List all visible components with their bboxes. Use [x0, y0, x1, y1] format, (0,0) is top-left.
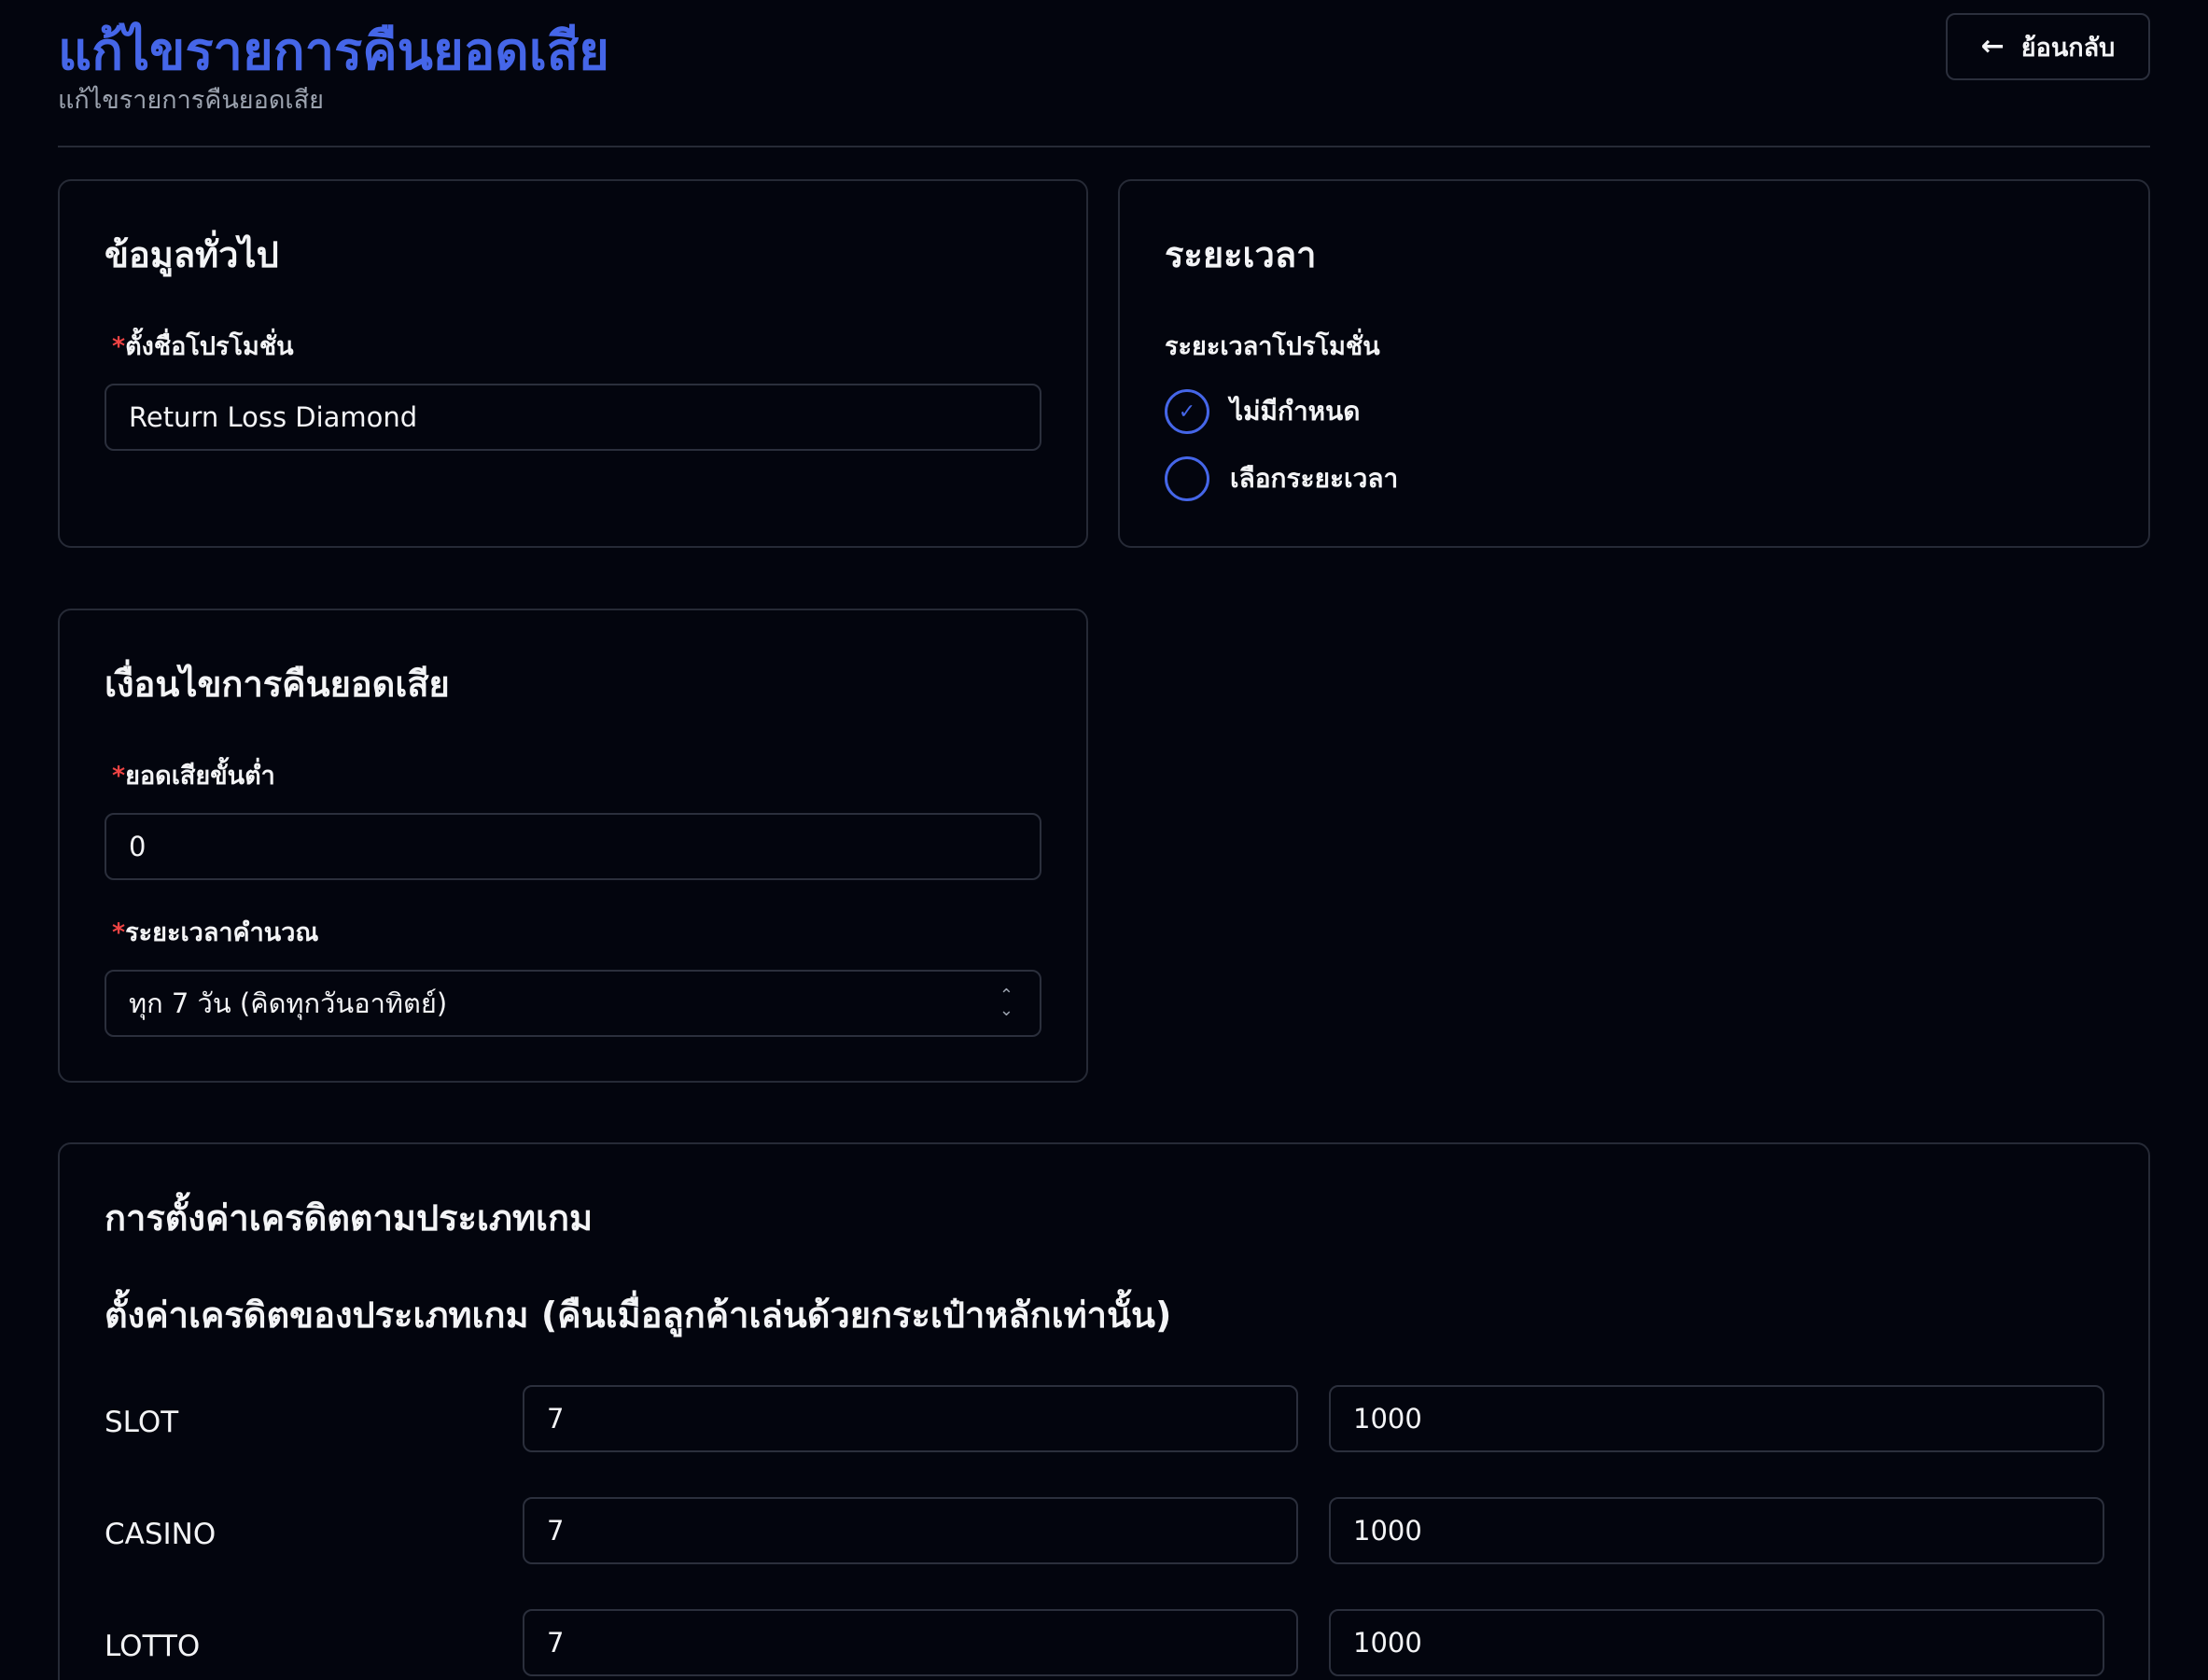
- min-loss-input[interactable]: 0: [105, 813, 1041, 880]
- period-option-unlimited[interactable]: ✓ ไม่มีกำหนด: [1165, 389, 1360, 434]
- general-info-card: ข้อมูลทั่วไป *ตั้งชื่อโปรโมชั่น Return L…: [58, 179, 1088, 548]
- required-marker: *: [112, 332, 126, 361]
- slot-percent-value: 7: [547, 1403, 565, 1435]
- period-card: ระยะเวลา ระยะเวลาโปรโมชั่น ✓ ไม่มีกำหนด …: [1118, 179, 2150, 548]
- credit-settings-title: การตั้งค่าเครดิตตามประเภทเกม: [105, 1197, 594, 1239]
- calc-period-label: *ระยะเวลาคำนวณ: [112, 918, 319, 947]
- period-option-label: ไม่มีกำหนด: [1230, 396, 1361, 427]
- period-option-label: เลือกระยะเวลา: [1230, 463, 1399, 494]
- min-loss-label: *ยอดเสียขั้นต่ำ: [112, 762, 275, 791]
- game-type-label: CASINO: [105, 1518, 217, 1551]
- check-icon: ✓: [1178, 399, 1196, 424]
- lotto-max-input[interactable]: 1000: [1329, 1609, 2104, 1676]
- slot-max-input[interactable]: 1000: [1329, 1385, 2104, 1452]
- lotto-percent-input[interactable]: 7: [523, 1609, 1298, 1676]
- radio-checked-icon[interactable]: ✓: [1165, 389, 1209, 434]
- page-title: แก้ไขรายการคืนยอดเสีย: [58, 21, 609, 82]
- promotion-period-label: ระยะเวลาโปรโมชั่น: [1165, 332, 1380, 361]
- arrow-left-icon: ←: [1980, 30, 2005, 63]
- slot-max-value: 1000: [1353, 1403, 1422, 1435]
- promotion-name-input[interactable]: Return Loss Diamond: [105, 384, 1041, 451]
- period-title: ระยะเวลา: [1165, 234, 1317, 275]
- conditions-card: เงื่อนไขการคืนยอดเสีย *ยอดเสียขั้นต่ำ 0 …: [58, 609, 1088, 1083]
- calc-period-select[interactable]: ทุก 7 วัน (คิดทุกวันอาทิตย์) ⌃ ⌄: [105, 970, 1041, 1037]
- promotion-name-value: Return Loss Diamond: [129, 401, 418, 433]
- conditions-title: เงื่อนไขการคืนยอดเสีย: [105, 664, 450, 705]
- lotto-percent-value: 7: [547, 1627, 565, 1659]
- page-header: แก้ไขรายการคืนยอดเสีย แก้ไขรายการคืนยอดเ…: [58, 0, 2150, 147]
- radio-unchecked-icon[interactable]: [1165, 456, 1209, 501]
- required-marker: *: [112, 762, 126, 791]
- credit-settings-subtitle: ตั้งค่าเครดิตของประเภทเกม (คืนเมื่อลูกค้…: [105, 1295, 1172, 1336]
- chevron-up-down-icon: ⌃ ⌄: [999, 986, 1013, 1020]
- back-button-label: ย้อนกลับ: [2020, 33, 2116, 63]
- calc-period-value: ทุก 7 วัน (คิดทุกวันอาทิตย์): [129, 987, 448, 1019]
- casino-percent-value: 7: [547, 1515, 565, 1547]
- required-marker: *: [112, 918, 126, 947]
- credit-settings-card: การตั้งค่าเครดิตตามประเภทเกม ตั้งค่าเครด…: [58, 1142, 2150, 1680]
- general-info-title: ข้อมูลทั่วไป: [105, 234, 279, 275]
- casino-max-value: 1000: [1353, 1515, 1422, 1547]
- casino-max-input[interactable]: 1000: [1329, 1497, 2104, 1564]
- game-type-label: SLOT: [105, 1406, 179, 1439]
- page-subtitle: แก้ไขรายการคืนยอดเสีย: [58, 86, 324, 115]
- back-button[interactable]: ← ย้อนกลับ: [1946, 13, 2150, 80]
- min-loss-value: 0: [129, 831, 147, 862]
- game-type-label: LOTTO: [105, 1630, 201, 1663]
- casino-percent-input[interactable]: 7: [523, 1497, 1298, 1564]
- slot-percent-input[interactable]: 7: [523, 1385, 1298, 1452]
- page: แก้ไขรายการคืนยอดเสีย แก้ไขรายการคืนยอดเ…: [0, 0, 2208, 1680]
- period-option-custom[interactable]: เลือกระยะเวลา: [1165, 456, 1398, 501]
- lotto-max-value: 1000: [1353, 1627, 1422, 1659]
- promotion-name-label: *ตั้งชื่อโปรโมชั่น: [112, 332, 294, 361]
